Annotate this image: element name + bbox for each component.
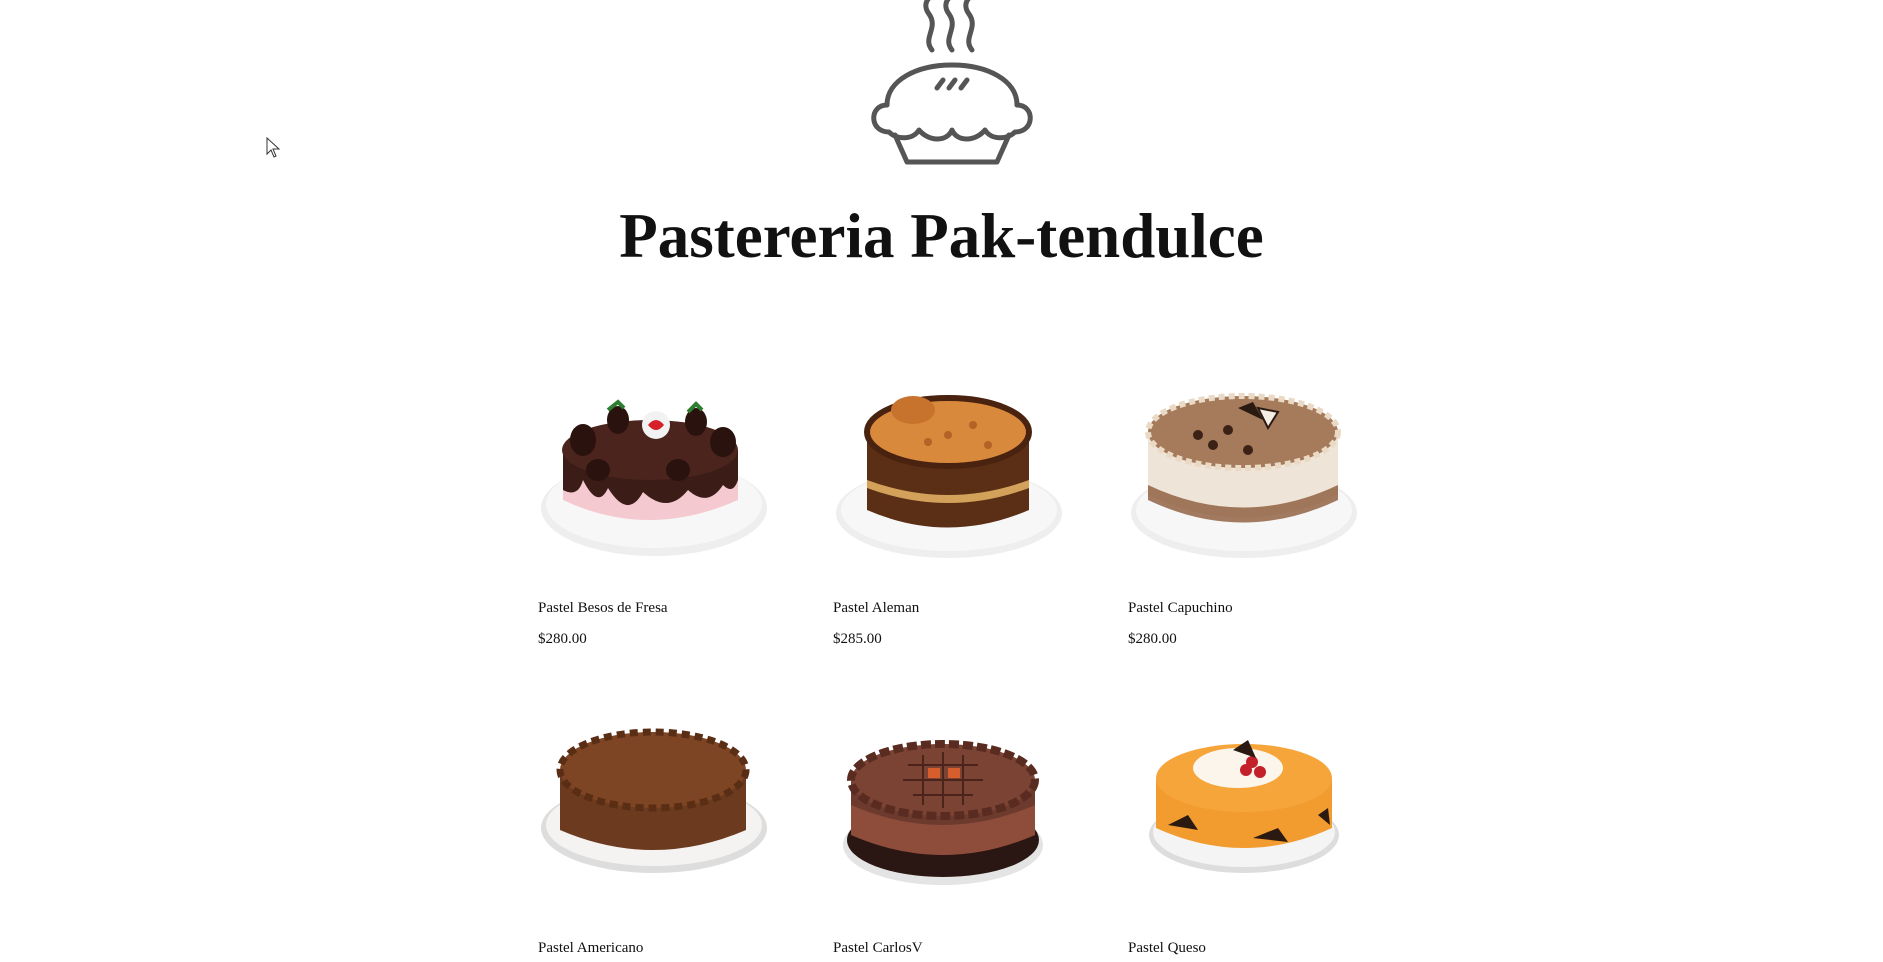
product-name[interactable]: Pastel CarlosV [833, 940, 923, 957]
product-card[interactable]: Pastel CarlosV [833, 720, 1073, 956]
cheesecake-image [1149, 740, 1339, 873]
product-name[interactable]: Pastel Americano [538, 940, 643, 957]
product-name[interactable]: Pastel Aleman [833, 600, 919, 617]
strawberry-chocolate-cake-image [541, 399, 767, 556]
page-title: Pastereria Pak-tendulce [619, 201, 1264, 271]
pie-icon [871, 0, 1033, 165]
product-name[interactable]: Pastel Capuchino [1128, 600, 1233, 617]
product-card[interactable]: Pastel Besos de Fresa $280.00 [538, 380, 778, 647]
german-cake-image [836, 395, 1062, 558]
product-price: $285.00 [833, 631, 882, 647]
product-name[interactable]: Pastel Queso [1128, 940, 1206, 957]
product-card[interactable]: Pastel Americano [538, 720, 778, 956]
product-card[interactable]: Pastel Queso [1128, 720, 1368, 956]
carlosv-cake-image [843, 740, 1043, 885]
chocolate-cake-image [541, 728, 767, 873]
mouse-cursor-icon [266, 137, 281, 158]
cappuccino-cake-image [1131, 393, 1357, 558]
product-price: $280.00 [538, 631, 587, 647]
product-name[interactable]: Pastel Besos de Fresa [538, 600, 668, 617]
product-card[interactable]: Pastel Aleman $285.00 [833, 380, 1073, 647]
product-card[interactable]: Pastel Capuchino $280.00 [1128, 380, 1368, 647]
product-price: $280.00 [1128, 631, 1177, 647]
